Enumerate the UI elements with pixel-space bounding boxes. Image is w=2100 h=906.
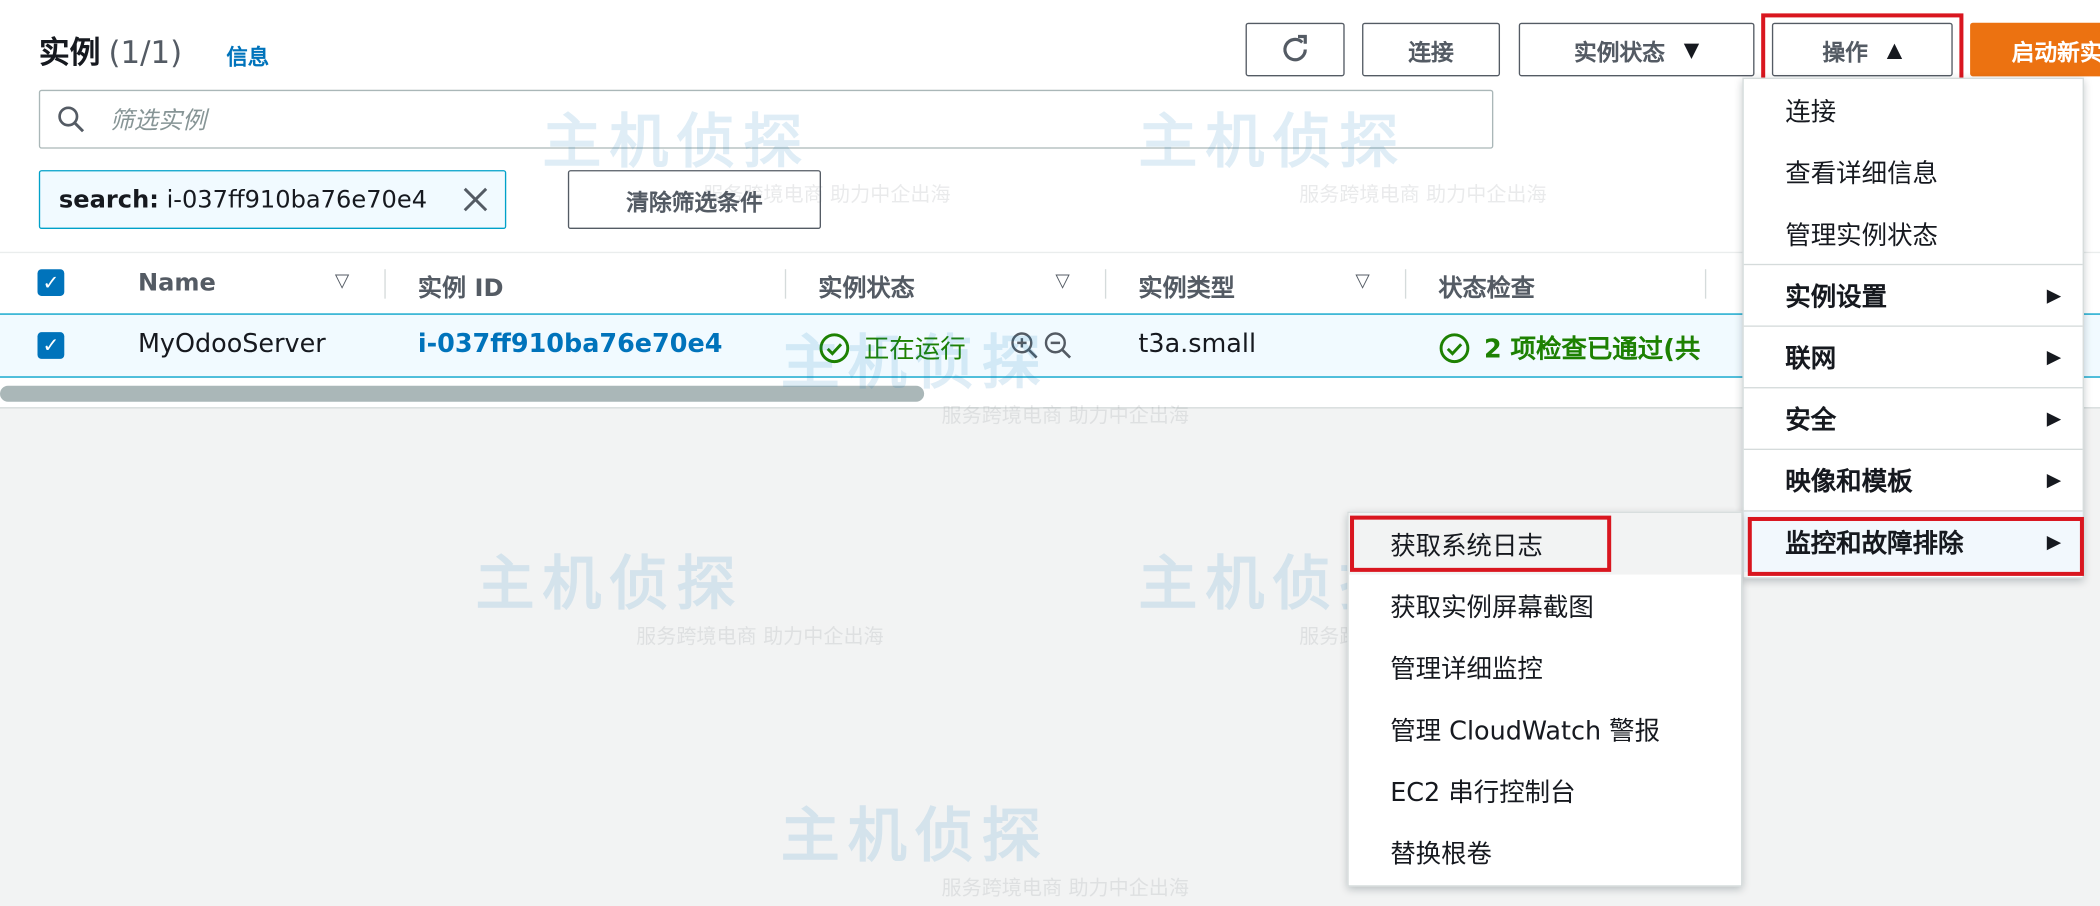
search-icon [56, 104, 85, 139]
sort-name-icon[interactable]: ▽ [335, 271, 349, 292]
monitor-item-highlight [1747, 516, 2084, 576]
instance-name: MyOdooServer [137, 329, 326, 359]
zoom-in-icon[interactable] [1010, 331, 1039, 366]
submenu-item-serial-console[interactable]: EC2 串行控制台 [1349, 759, 1741, 821]
row-checkbox[interactable]: ✓ [37, 332, 65, 359]
status-ok-icon [1439, 332, 1470, 363]
info-link[interactable]: 信息 [226, 39, 269, 71]
menu-item-view-details[interactable]: 查看详细信息 [1744, 141, 2083, 203]
status-check-cell[interactable]: 2 项检查已通过(共 [1438, 329, 1700, 365]
menu-item-manage-state[interactable]: 管理实例状态 [1744, 202, 2083, 264]
chevron-right-icon: ▶ [2046, 284, 2062, 307]
caret-down-icon: ▼ [1683, 37, 1700, 62]
column-header-instance-state[interactable]: 实例状态 [818, 269, 914, 304]
page-title: 实例 (1/1) [39, 27, 182, 73]
sort-type-icon[interactable]: ▽ [1355, 271, 1369, 292]
page-title-text: 实例 [38, 36, 101, 71]
column-divider [384, 269, 386, 299]
chevron-right-icon: ▶ [2046, 346, 2062, 368]
connect-button[interactable]: 连接 [1362, 22, 1501, 77]
column-divider [784, 269, 787, 299]
search-input[interactable] [107, 99, 1452, 142]
column-divider [1104, 269, 1107, 299]
filter-search-box [38, 89, 1494, 149]
column-header-instance-type[interactable]: 实例类型 [1138, 269, 1234, 304]
instance-state-label: 实例状态 [1573, 39, 1666, 67]
status-check-text: 2 项检查已通过(共 [1483, 334, 1701, 365]
menu-item-security[interactable]: 安全 ▶ [1743, 387, 2083, 449]
chevron-right-icon: ▶ [2046, 469, 2062, 491]
filter-token: search: i-037ff910ba76e70e4 [38, 170, 507, 230]
refresh-button[interactable] [1245, 22, 1345, 77]
submenu-item-get-screenshot[interactable]: 获取实例屏幕截图 [1349, 575, 1741, 637]
select-all-checkbox[interactable]: ✓ [37, 269, 65, 296]
watermark: 主机侦探服务跨境电商 助力中企出海 [475, 550, 884, 649]
column-divider [1704, 269, 1707, 299]
launch-instance-button[interactable]: 启动新实例 [1970, 22, 2100, 77]
filter-token-key: search: [58, 185, 159, 214]
menu-item-label: 联网 [1785, 344, 1837, 374]
status-ok-icon [819, 332, 850, 363]
chevron-right-icon: ▶ [2046, 407, 2062, 430]
instance-count: (1/1) [108, 36, 183, 71]
sort-state-icon[interactable]: ▽ [1055, 271, 1069, 292]
menu-item-instance-settings[interactable]: 实例设置 ▶ [1743, 263, 2083, 326]
instance-type: t3a.small [1138, 329, 1257, 359]
menu-item-label: 映像和模板 [1785, 467, 1913, 497]
column-header-instance-id[interactable]: 实例 ID [418, 269, 504, 304]
instance-state-cell: 正在运行 [818, 329, 966, 365]
actions-menu: 连接 查看详细信息 管理实例状态 实例设置 ▶ 联网 ▶ 安全 ▶ 映像和模板 ▶ 监控… [1742, 77, 2084, 579]
menu-item-label: 实例设置 [1785, 282, 1888, 313]
menu-item-connect[interactable]: 连接 [1744, 79, 2083, 141]
instance-id-link[interactable]: i-037ff910ba76e70e4 [418, 329, 723, 358]
ec2-instances-console: 实例(1/1) 信息 连接 实例状态 ▼ 操作 ▲ 启动新实例 search: … [0, 0, 2100, 905]
submenu-item-replace-root-volume[interactable]: 替换根卷 [1349, 821, 1741, 883]
menu-item-label: 安全 [1785, 405, 1837, 436]
instance-state-text: 正在运行 [863, 334, 966, 365]
close-icon[interactable] [459, 183, 491, 222]
clear-filters-button[interactable]: 清除筛选条件 [567, 170, 821, 230]
column-divider [1404, 269, 1407, 299]
menu-item-networking[interactable]: 联网 ▶ [1743, 325, 2083, 387]
zoom-out-icon[interactable] [1043, 331, 1072, 366]
menu-item-images-templates[interactable]: 映像和模板 ▶ [1743, 448, 2083, 511]
filter-token-value: i-037ff910ba76e70e4 [166, 185, 428, 214]
column-header-status-check[interactable]: 状态检查 [1438, 269, 1534, 304]
refresh-icon [1283, 34, 1307, 62]
submenu-item-detailed-monitoring[interactable]: 管理详细监控 [1349, 636, 1741, 698]
watermark: 主机侦探服务跨境电商 助力中企出海 [780, 802, 1190, 901]
system-log-highlight [1350, 515, 1612, 572]
submenu-item-cloudwatch-alarms[interactable]: 管理 CloudWatch 警报 [1349, 698, 1741, 760]
column-header-name[interactable]: Name [138, 269, 216, 297]
horizontal-scrollbar-thumb[interactable] [0, 385, 925, 402]
instance-state-button[interactable]: 实例状态 ▼ [1518, 22, 1755, 77]
